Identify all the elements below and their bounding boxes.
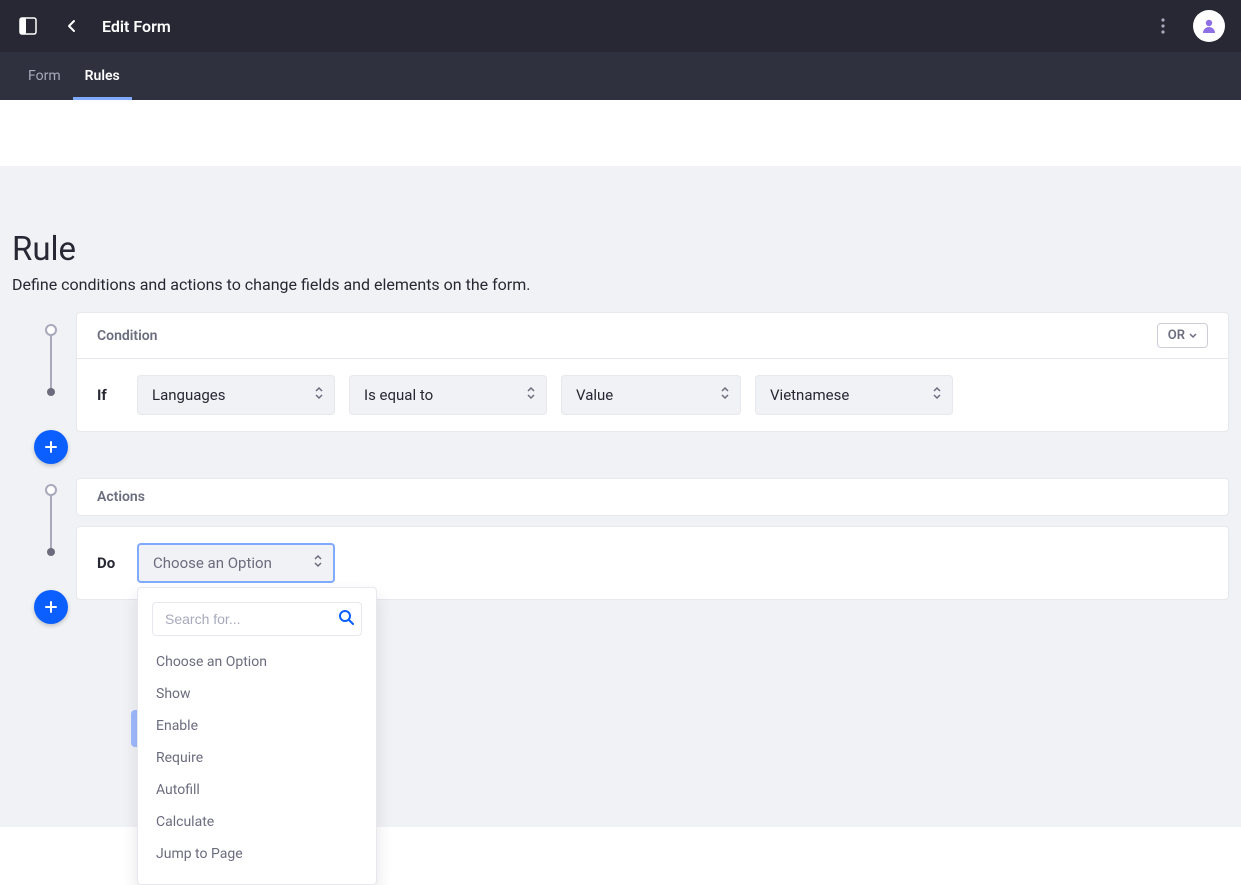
timeline (12, 312, 76, 632)
condition-field-value: Languages (152, 386, 226, 404)
tab-form[interactable]: Form (16, 52, 73, 100)
sort-icon (314, 386, 324, 404)
white-strip (0, 100, 1241, 166)
condition-card: Condition OR If Languages Is (76, 312, 1229, 432)
main-content: Rule Define conditions and actions to ch… (0, 166, 1241, 827)
if-label: If (97, 386, 123, 404)
page-title: Rule (12, 230, 1229, 269)
action-dropdown: Choose an Option Show Enable Require Aut… (137, 587, 377, 885)
sort-icon (313, 554, 323, 572)
kebab-menu-button[interactable] (1151, 14, 1175, 38)
condition-operator-select[interactable]: Is equal to (349, 375, 547, 415)
dropdown-option[interactable]: Show (152, 678, 362, 710)
do-label: Do (97, 554, 123, 572)
dropdown-option[interactable]: Calculate (152, 806, 362, 838)
tab-rules[interactable]: Rules (73, 52, 132, 100)
user-avatar[interactable] (1193, 10, 1225, 42)
condition-operator-value: Is equal to (364, 386, 433, 404)
condition-header-label: Condition (97, 328, 158, 344)
or-button-label: OR (1168, 328, 1185, 343)
page-header-title: Edit Form (102, 17, 171, 36)
dropdown-option[interactable]: Enable (152, 710, 362, 742)
condition-type-select[interactable]: Value (561, 375, 741, 415)
actions-card: Do Choose an Option (76, 526, 1229, 600)
condition-type-value: Value (576, 386, 613, 404)
actions-header-card: Actions (76, 478, 1229, 516)
page-subtitle: Define conditions and actions to change … (12, 275, 1229, 294)
panel-toggle-button[interactable] (16, 14, 40, 38)
search-icon (338, 609, 354, 629)
tab-bar: Form Rules (0, 52, 1241, 100)
back-button[interactable] (60, 14, 84, 38)
dropdown-option[interactable]: Jump to Page (152, 838, 362, 870)
dropdown-option[interactable]: Require (152, 742, 362, 774)
dropdown-option[interactable]: Choose an Option (152, 646, 362, 678)
sort-icon (932, 386, 942, 404)
add-condition-button[interactable] (34, 430, 68, 464)
dropdown-option[interactable]: Autofill (152, 774, 362, 806)
action-select[interactable]: Choose an Option (137, 543, 335, 583)
condition-field-select[interactable]: Languages (137, 375, 335, 415)
condition-value-value: Vietnamese (770, 386, 849, 404)
caret-down-icon (1189, 333, 1197, 339)
add-action-button[interactable] (34, 590, 68, 624)
or-button[interactable]: OR (1157, 323, 1208, 348)
dropdown-search-input[interactable] (152, 602, 362, 636)
app-header: Edit Form (0, 0, 1241, 52)
condition-value-select[interactable]: Vietnamese (755, 375, 953, 415)
action-select-value: Choose an Option (153, 554, 272, 572)
sort-icon (526, 386, 536, 404)
sort-icon (720, 386, 730, 404)
actions-header-label: Actions (97, 489, 145, 505)
